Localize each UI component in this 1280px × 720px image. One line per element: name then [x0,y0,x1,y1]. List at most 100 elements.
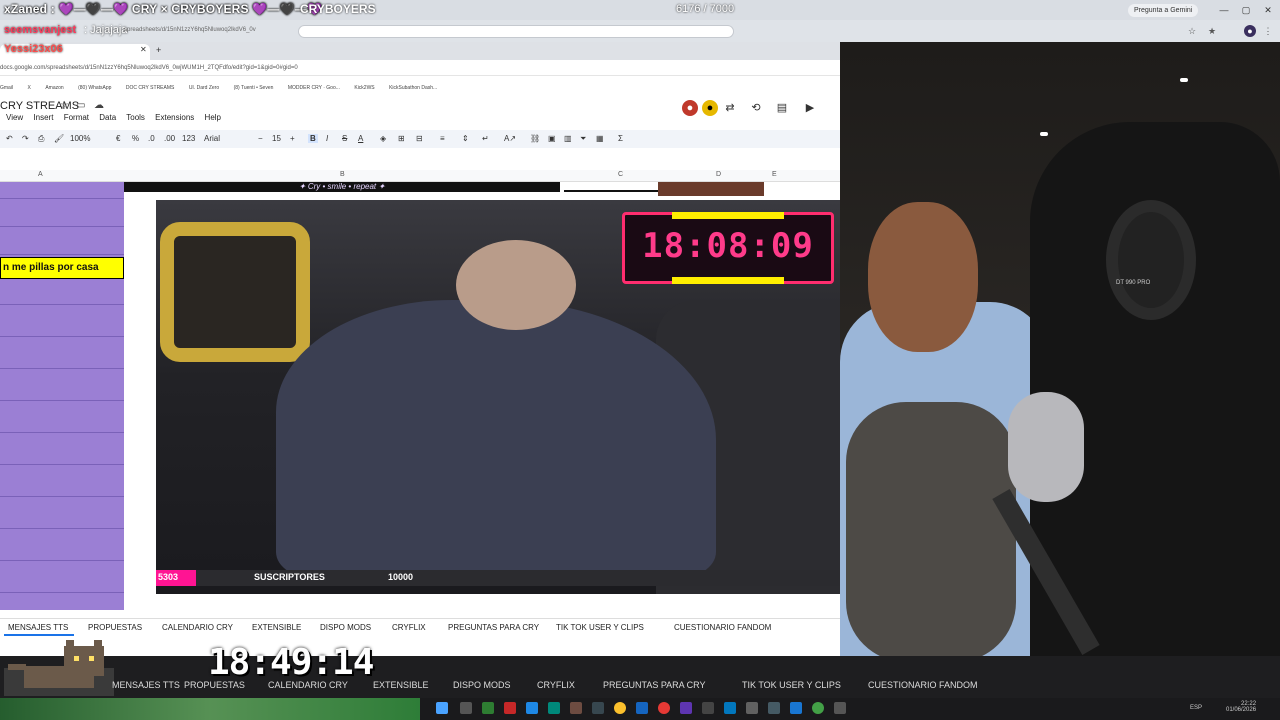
sheet-tab[interactable]: DISPO MODS [453,680,511,690]
menu-insert[interactable]: Insert [33,113,53,122]
bookmark-item[interactable]: Amazon [45,85,63,91]
sheet-tab[interactable]: CALENDARIO CRY [268,680,348,690]
bold-button[interactable]: B [308,134,318,143]
avatar[interactable]: ● [1244,25,1256,37]
taskbar-app-icon[interactable] [768,702,780,714]
bookmark-item[interactable]: Kick2WS [354,85,374,91]
column-header[interactable]: A [38,171,43,178]
bookmark-item[interactable]: MODDER CRY · Goo... [288,85,340,91]
sheet-tab[interactable]: CRYFLIX [537,680,575,690]
menu-icon[interactable]: ⋮ [1262,25,1274,37]
percent-icon[interactable]: % [132,134,139,143]
history-icon[interactable]: ⟲ [748,100,764,116]
borders-icon[interactable]: ⊞ [398,134,405,143]
decimal-decrease-icon[interactable]: .0 [148,134,155,143]
bookmark-item[interactable]: DOC CRY STREAMS [126,85,174,91]
paint-format-icon[interactable]: 🖌 [54,134,64,143]
sheet-tab[interactable]: CUESTIONARIO FANDOM [674,623,771,632]
gemini-button[interactable]: Pregunta a Gemini [1128,4,1199,17]
new-tab-icon[interactable]: + [156,45,161,55]
taskbar-app-icon[interactable] [460,702,472,714]
taskbar-app-icon[interactable] [592,702,604,714]
column-b-cells[interactable] [124,182,156,610]
align-vertical-icon[interactable]: ⇕ [462,134,469,143]
fill-color-icon[interactable]: ◈ [380,134,386,143]
tray-clock[interactable]: 22:22 01/06/2026 [1226,701,1256,713]
text-color-button[interactable]: A [358,134,363,143]
sheet-tab[interactable]: PROPUESTAS [88,623,142,632]
undo-icon[interactable]: ↶ [6,134,13,143]
menu-data[interactable]: Data [99,113,116,122]
sheet-tab[interactable]: TIK TOK USER Y CLIPS [742,680,841,690]
taskbar-app-icon[interactable] [570,702,582,714]
taskbar-app-icon[interactable] [504,702,516,714]
font-size-input[interactable]: 15 [272,134,281,143]
inner-url[interactable]: docs.google.com/spreadsheets/d/15nN1zzY6… [0,65,298,71]
filter-icon[interactable]: ⏷ [580,134,586,144]
strikethrough-button[interactable]: S [342,134,347,143]
text-rotation-icon[interactable]: A↗ [504,134,516,143]
bookmark-star-icon[interactable]: ☆ [1186,25,1198,37]
collaborator-avatar[interactable]: ● [682,100,698,116]
taskbar-app-icon[interactable] [482,702,494,714]
link-icon[interactable]: ⛓ [530,134,540,143]
taskbar-app-icon[interactable] [680,702,692,714]
taskbar-app-icon[interactable] [834,702,846,714]
italic-button[interactable]: I [326,134,328,143]
sheet-tab[interactable]: CRYFLIX [392,623,426,632]
chrome-icon[interactable] [614,702,626,714]
bookmark-item[interactable]: X [28,85,31,91]
spotify-icon[interactable] [812,702,824,714]
bookmark-item[interactable]: (80) WhatsApp [78,85,111,91]
font-select[interactable]: Arial [204,134,220,143]
sheet-tab[interactable]: MENSAJES TTS [8,623,68,632]
sheet-tab[interactable]: PROPUESTAS [184,680,245,690]
chart-icon[interactable]: ▥ [564,134,572,143]
taskbar-app-icon[interactable] [746,702,758,714]
minimize-icon[interactable]: — [1218,4,1230,16]
meet-icon[interactable]: ▶ [802,100,818,116]
sheet-tab[interactable]: DISPO MODS [320,623,371,632]
taskbar-app-icon[interactable] [526,702,538,714]
collaborator-avatar[interactable]: ● [702,100,718,116]
merge-cells-icon[interactable]: ⊟ [416,134,423,143]
number-format-icon[interactable]: 123 [182,134,195,143]
bookmark-item[interactable]: Gmail [0,85,13,91]
taskbar-app-icon[interactable] [724,702,736,714]
taskbar-app-icon[interactable] [702,702,714,714]
taskbar-app-icon[interactable] [548,702,560,714]
taskbar-app-icon[interactable] [790,702,802,714]
column-header[interactable]: C [618,171,623,178]
sheet-tab[interactable]: EXTENSIBLE [373,680,429,690]
wrap-text-icon[interactable]: ↵ [482,134,489,143]
sheet-tab[interactable]: TIK TOK USER Y CLIPS [556,623,644,632]
sheet-tab[interactable]: PREGUNTAS PARA CRY [448,623,539,632]
windows-start-icon[interactable] [436,702,448,714]
bookmark-item[interactable]: KickSubathon Dash... [389,85,437,91]
move-folder-icon[interactable]: ▭ [76,100,85,111]
highlighted-cell[interactable]: n me pillas por casa [0,257,124,279]
menu-help[interactable]: Help [205,113,221,122]
menu-view[interactable]: View [6,113,23,122]
more-users-icon[interactable]: ⇄ [722,100,738,116]
font-size-decrease-icon[interactable]: − [258,134,263,143]
taskbar-app-icon[interactable] [658,702,670,714]
print-icon[interactable]: ⎙ [38,134,44,144]
font-size-increase-icon[interactable]: + [290,134,295,143]
menu-extensions[interactable]: Extensions [155,113,194,122]
column-header[interactable]: D [716,171,721,178]
taskbar-app-icon[interactable] [636,702,648,714]
maximize-icon[interactable]: ▢ [1240,4,1252,16]
filter-views-icon[interactable]: ▦ [596,134,604,143]
stream-video[interactable]: 18:08:09 5303 SUSCRIPTORES 10000 [156,200,840,594]
column-a-cells[interactable] [0,182,124,610]
column-header[interactable]: E [772,171,777,178]
functions-icon[interactable]: Σ [618,134,623,143]
sheet-tab[interactable]: CALENDARIO CRY [162,623,233,632]
decimal-increase-icon[interactable]: .00 [164,134,175,143]
sheet-tab[interactable]: CUESTIONARIO FANDOM [868,680,978,690]
currency-icon[interactable]: € [116,134,120,143]
sheet-tab[interactable]: PREGUNTAS PARA CRY [603,680,706,690]
menu-tools[interactable]: Tools [126,113,145,122]
menu-format[interactable]: Format [64,113,89,122]
